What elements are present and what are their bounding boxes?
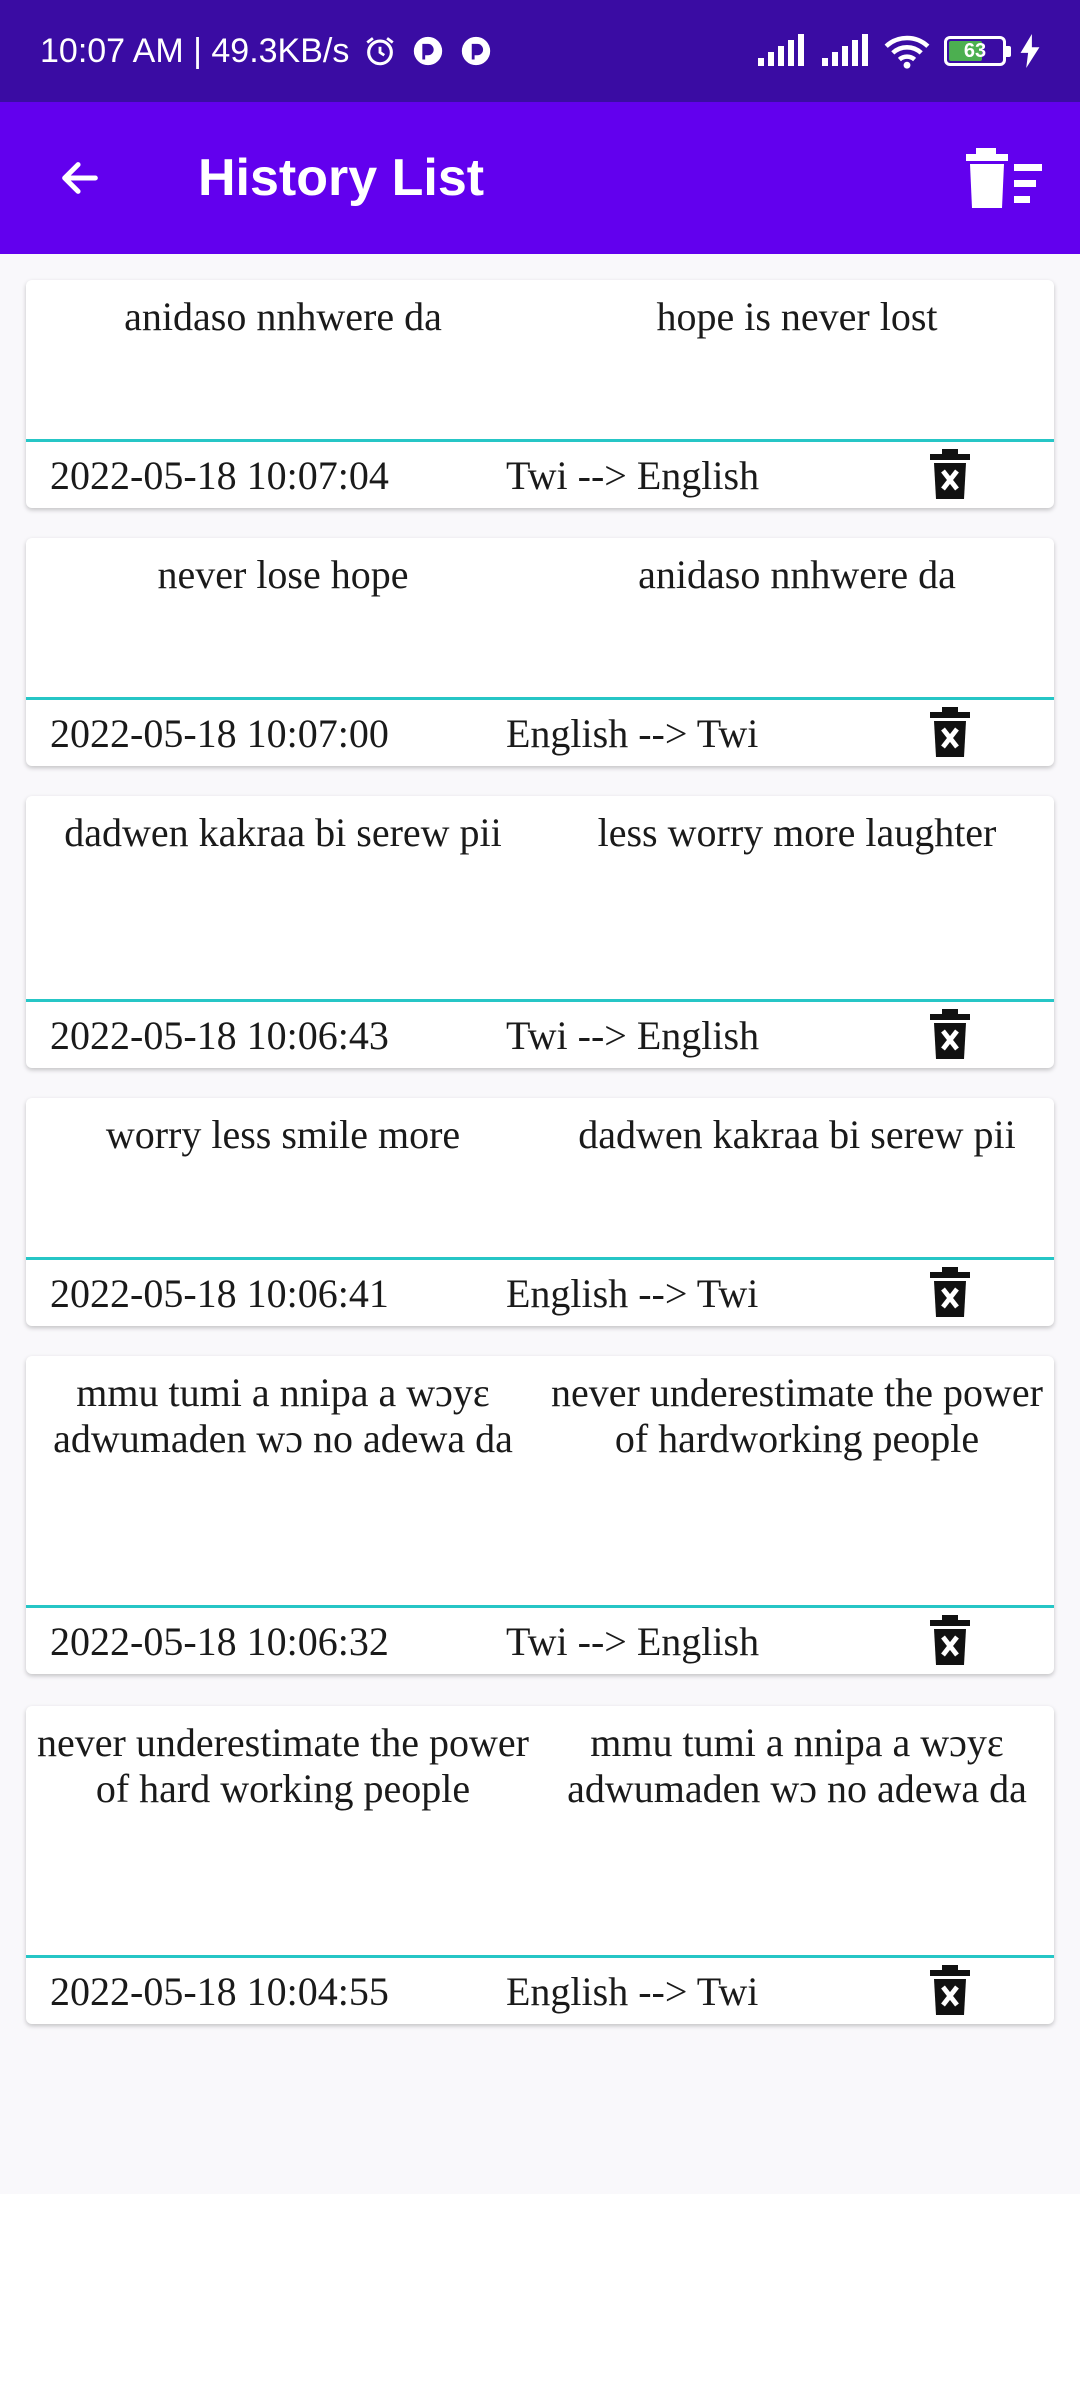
delete-icon (930, 1009, 970, 1059)
status-right: 63 (756, 0, 1040, 102)
signal-icon (758, 34, 804, 66)
delete-item-button[interactable] (924, 1962, 976, 2018)
history-direction: English --> Twi (506, 1270, 759, 1316)
history-item-footer: 2022-05-18 10:06:32 Twi --> English (26, 1605, 1054, 1674)
app-bar: History List (0, 102, 1080, 254)
delete-icon (930, 449, 970, 499)
history-direction: English --> Twi (506, 1968, 759, 2014)
history-datetime: 2022-05-18 10:06:43 (50, 1012, 389, 1058)
status-time-speed: 10:07 AM | 49.3KB/s (40, 31, 350, 70)
history-datetime: 2022-05-18 10:07:00 (50, 710, 389, 756)
app-notification-icon (462, 36, 491, 66)
status-left: 10:07 AM | 49.3KB/s (40, 0, 493, 102)
history-item-texts: never lose hope anidaso nnhwere da (26, 538, 1054, 598)
history-item[interactable]: never lose hope anidaso nnhwere da 2022-… (26, 538, 1054, 766)
app-notification-icon (414, 36, 443, 66)
history-item[interactable]: anidaso nnhwere da hope is never lost 20… (26, 280, 1054, 508)
history-direction: Twi --> English (506, 452, 760, 498)
clear-history-button[interactable] (964, 142, 1044, 214)
history-item-texts: worry less smile more dadwen kakraa bi s… (26, 1098, 1054, 1158)
history-item-texts: dadwen kakraa bi serew pii less worry mo… (26, 796, 1054, 856)
history-item[interactable]: worry less smile more dadwen kakraa bi s… (26, 1098, 1054, 1326)
target-text: dadwen kakraa bi serew pii (578, 1112, 1016, 1157)
history-datetime: 2022-05-18 10:06:41 (50, 1270, 389, 1316)
target-text: mmu tumi a nnipa a wɔyɛ adwumaden wɔ no … (567, 1720, 1027, 1811)
source-text: mmu tumi a nnipa a wɔyɛ adwumaden wɔ no … (53, 1370, 513, 1461)
back-button[interactable] (40, 138, 120, 218)
history-item[interactable]: dadwen kakraa bi serew pii less worry mo… (26, 796, 1054, 1068)
history-direction: Twi --> English (506, 1618, 760, 1664)
delete-item-button[interactable] (924, 1264, 976, 1320)
source-text: never lose hope (157, 552, 409, 597)
history-item-footer: 2022-05-18 10:06:43 Twi --> English (26, 999, 1054, 1068)
history-item-footer: 2022-05-18 10:06:41 English --> Twi (26, 1257, 1054, 1326)
source-text: never underestimate the power of hard wo… (36, 1720, 529, 1811)
history-datetime: 2022-05-18 10:07:04 (50, 452, 389, 498)
delete-sweep-icon (966, 148, 1042, 208)
delete-icon (930, 1965, 970, 2015)
history-list[interactable]: anidaso nnhwere da hope is never lost 20… (0, 254, 1080, 2194)
target-text: hope is never lost (656, 294, 938, 339)
battery-icon: 63 (944, 36, 1011, 66)
status-bar: 10:07 AM | 49.3KB/s 63 (0, 0, 1080, 102)
wifi-icon (884, 35, 930, 69)
history-item-texts: anidaso nnhwere da hope is never lost (26, 280, 1054, 340)
history-screen: 10:07 AM | 49.3KB/s 63 History List anid… (0, 0, 1080, 2400)
target-text: less worry more laughter (597, 810, 997, 855)
page-title: History List (198, 149, 485, 207)
battery-level: 63 (963, 40, 987, 62)
alarm-icon (366, 37, 394, 66)
signal-icon (822, 34, 868, 66)
history-datetime: 2022-05-18 10:04:55 (50, 1968, 389, 2014)
history-item-texts: mmu tumi a nnipa a wɔyɛ adwumaden wɔ no … (26, 1356, 1054, 1462)
delete-item-button[interactable] (924, 704, 976, 760)
target-text: never underestimate the power of hardwor… (550, 1370, 1043, 1461)
history-item-footer: 2022-05-18 10:07:00 English --> Twi (26, 697, 1054, 766)
charging-icon (1020, 34, 1040, 68)
battery-cap (1006, 46, 1011, 57)
delete-icon (930, 1615, 970, 1665)
delete-icon (930, 707, 970, 757)
history-item-footer: 2022-05-18 10:07:04 Twi --> English (26, 439, 1054, 508)
target-text: anidaso nnhwere da (638, 552, 956, 597)
history-item-footer: 2022-05-18 10:04:55 English --> Twi (26, 1955, 1054, 2024)
history-direction: Twi --> English (506, 1012, 760, 1058)
history-item[interactable]: mmu tumi a nnipa a wɔyɛ adwumaden wɔ no … (26, 1356, 1054, 1674)
delete-item-button[interactable] (924, 1006, 976, 1062)
history-item-texts: never underestimate the power of hard wo… (26, 1706, 1054, 1812)
source-text: worry less smile more (105, 1112, 461, 1157)
source-text: dadwen kakraa bi serew pii (64, 810, 502, 855)
delete-icon (930, 1267, 970, 1317)
history-datetime: 2022-05-18 10:06:32 (50, 1618, 389, 1664)
source-text: anidaso nnhwere da (124, 294, 442, 339)
delete-item-button[interactable] (924, 446, 976, 502)
history-item[interactable]: never underestimate the power of hard wo… (26, 1706, 1054, 2024)
history-direction: English --> Twi (506, 710, 759, 756)
arrow-left-icon (62, 162, 98, 194)
delete-item-button[interactable] (924, 1612, 976, 1668)
